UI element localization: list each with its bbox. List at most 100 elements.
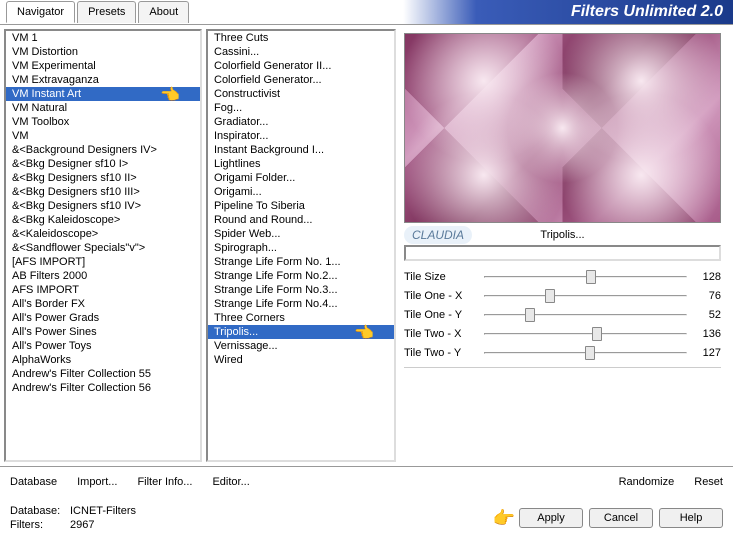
navigator-item[interactable]: &<Background Designers IV> (6, 143, 200, 157)
filter-item[interactable]: Vernissage... (208, 339, 394, 353)
slider-row: Tile Size 128 (404, 267, 721, 286)
navigator-list[interactable]: VM 1VM DistortionVM ExperimentalVM Extra… (4, 29, 202, 462)
navigator-item[interactable]: All's Power Toys (6, 339, 200, 353)
filter-item[interactable]: Origami Folder... (208, 171, 394, 185)
navigator-item[interactable]: VM 1 (6, 31, 200, 45)
filter-item[interactable]: Colorfield Generator II... (208, 59, 394, 73)
database-button[interactable]: Database (10, 476, 57, 488)
database-value: ICNET-Filters (70, 505, 136, 517)
filter-item[interactable]: Spirograph... (208, 241, 394, 255)
slider-track[interactable] (484, 344, 687, 362)
cancel-button[interactable]: Cancel (589, 508, 653, 528)
navigator-item[interactable]: All's Power Sines (6, 325, 200, 339)
filters-value: 2967 (70, 519, 94, 531)
navigator-item[interactable]: Andrew's Filter Collection 55 (6, 367, 200, 381)
navigator-item[interactable]: All's Power Grads (6, 311, 200, 325)
slider-value: 128 (691, 271, 721, 283)
slider-thumb[interactable] (592, 327, 602, 341)
slider-thumb[interactable] (525, 308, 535, 322)
navigator-item[interactable]: VM Natural (6, 101, 200, 115)
slider-row: Tile One - Y 52 (404, 305, 721, 324)
navigator-item[interactable]: AFS IMPORT (6, 283, 200, 297)
filter-item[interactable]: Colorfield Generator... (208, 73, 394, 87)
navigator-item[interactable]: AB Filters 2000 (6, 269, 200, 283)
navigator-item[interactable]: Andrew's Filter Collection 56 (6, 381, 200, 395)
reset-button[interactable]: Reset (694, 476, 723, 488)
randomize-button[interactable]: Randomize (619, 476, 675, 488)
slider-track[interactable] (484, 325, 687, 343)
database-label: Database: (10, 505, 64, 517)
filter-item[interactable]: Cassini... (208, 45, 394, 59)
filter-item[interactable]: Pipeline To Siberia (208, 199, 394, 213)
navigator-item[interactable]: [AFS IMPORT] (6, 255, 200, 269)
filter-item[interactable]: Origami... (208, 185, 394, 199)
navigator-item[interactable]: &<Sandflower Specials"v"> (6, 241, 200, 255)
navigator-item[interactable]: &<Bkg Kaleidoscope> (6, 213, 200, 227)
filter-item[interactable]: Strange Life Form No.2... (208, 269, 394, 283)
tab-about[interactable]: About (138, 1, 189, 23)
slider-group: Tile Size 128 Tile One - X 76 Tile One - Y 52… (404, 267, 721, 362)
slider-thumb[interactable] (586, 270, 596, 284)
filter-item[interactable]: Inspirator... (208, 129, 394, 143)
navigator-item[interactable]: VM Distortion (6, 45, 200, 59)
filter-item[interactable]: Strange Life Form No.3... (208, 283, 394, 297)
slider-label: Tile One - Y (404, 309, 480, 321)
filters-label: Filters: (10, 519, 64, 531)
filter-item[interactable]: Spider Web... (208, 227, 394, 241)
filter-item[interactable]: Tripolis...👈 (208, 325, 394, 339)
filter-item[interactable]: Lightlines (208, 157, 394, 171)
slider-value: 136 (691, 328, 721, 340)
navigator-item[interactable]: AlphaWorks (6, 353, 200, 367)
slider-label: Tile Two - Y (404, 347, 480, 359)
slider-thumb[interactable] (545, 289, 555, 303)
header-bar: Navigator Presets About Filters Unlimite… (0, 0, 733, 24)
slider-value: 76 (691, 290, 721, 302)
navigator-item[interactable]: VM Instant Art👈 (6, 87, 200, 101)
filter-info-button[interactable]: Filter Info... (137, 476, 192, 488)
filter-item[interactable]: Constructivist (208, 87, 394, 101)
filter-item[interactable]: Strange Life Form No. 1... (208, 255, 394, 269)
navigator-item[interactable]: &<Bkg Designers sf10 III> (6, 185, 200, 199)
import-button[interactable]: Import... (77, 476, 117, 488)
filter-item[interactable]: Wired (208, 353, 394, 367)
app-title: Filters Unlimited 2.0 (571, 3, 723, 21)
filter-item[interactable]: Round and Round... (208, 213, 394, 227)
slider-value: 52 (691, 309, 721, 321)
filter-list[interactable]: Three CutsCassini...Colorfield Generator… (206, 29, 396, 462)
empty-slider-slot (404, 372, 721, 390)
slider-thumb[interactable] (585, 346, 595, 360)
filter-item[interactable]: Gradiator... (208, 115, 394, 129)
slider-label: Tile Size (404, 271, 480, 283)
navigator-item[interactable]: VM Toolbox (6, 115, 200, 129)
navigator-item[interactable]: All's Border FX (6, 297, 200, 311)
slider-track[interactable] (484, 268, 687, 286)
tab-presets[interactable]: Presets (77, 1, 136, 23)
navigator-item[interactable]: VM Experimental (6, 59, 200, 73)
bottom-toolbar: Database Import... Filter Info... Editor… (0, 466, 733, 496)
navigator-item[interactable]: &<Kaleidoscope> (6, 227, 200, 241)
slider-track[interactable] (484, 287, 687, 305)
navigator-item[interactable]: &<Bkg Designer sf10 I> (6, 157, 200, 171)
navigator-item[interactable]: &<Bkg Designers sf10 IV> (6, 199, 200, 213)
filter-item[interactable]: Instant Background I... (208, 143, 394, 157)
slider-row: Tile One - X 76 (404, 286, 721, 305)
footer: Database: ICNET-Filters Filters: 2967 👉 … (0, 496, 733, 540)
slider-track[interactable] (484, 306, 687, 324)
preview-image (404, 33, 721, 223)
tab-strip: Navigator Presets About (6, 1, 191, 23)
apply-button[interactable]: Apply (519, 508, 583, 528)
tab-navigator[interactable]: Navigator (6, 1, 75, 23)
filter-item[interactable]: Fog... (208, 101, 394, 115)
navigator-item[interactable]: &<Bkg Designers sf10 II> (6, 171, 200, 185)
preview-panel: CLAUDIA Tripolis... Tile Size128Tile One… (400, 29, 729, 462)
footer-buttons: 👉 Apply Cancel Help (493, 508, 723, 529)
editor-button[interactable]: Editor... (212, 476, 249, 488)
filter-item[interactable]: Three Cuts (208, 31, 394, 45)
slider-label: Tile One - X (404, 290, 480, 302)
slider-row: Tile Two - X136 (404, 324, 721, 343)
filter-item[interactable]: Strange Life Form No.4... (208, 297, 394, 311)
help-button[interactable]: Help (659, 508, 723, 528)
slider-divider (404, 366, 721, 368)
navigator-item[interactable]: VM (6, 129, 200, 143)
slider-value: 127 (691, 347, 721, 359)
